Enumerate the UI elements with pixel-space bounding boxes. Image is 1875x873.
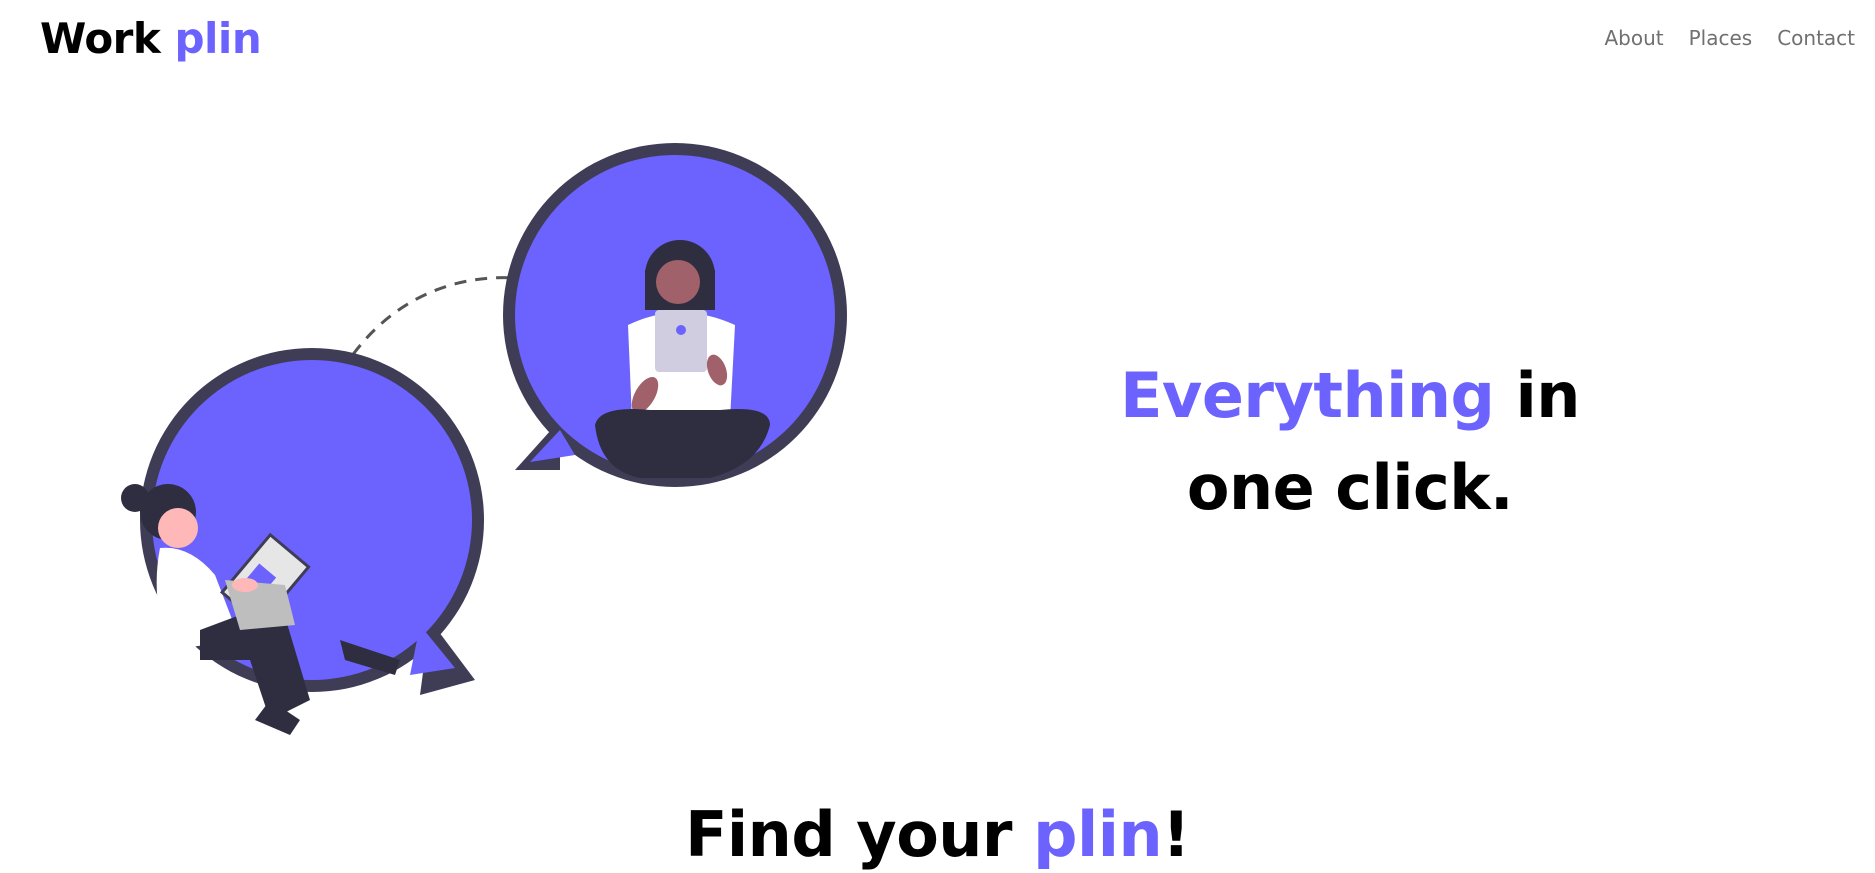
left-speech-bubble-icon <box>121 348 484 735</box>
brand-logo-work: Work <box>40 14 161 63</box>
nav-link-about[interactable]: About <box>1604 26 1663 50</box>
brand-logo-plin: plin <box>174 14 262 63</box>
headline-line1-rest: in <box>1515 359 1581 432</box>
nav-link-contact[interactable]: Contact <box>1777 26 1855 50</box>
right-speech-bubble-icon <box>503 143 847 487</box>
brand-logo[interactable]: Work plin <box>40 14 262 63</box>
main-nav: About Places Contact <box>1604 26 1855 50</box>
find-heading-prefix: Find your <box>685 798 1034 871</box>
headline-line2: one click. <box>1186 451 1514 524</box>
find-heading-accent: plin <box>1033 798 1163 871</box>
find-heading-suffix: ! <box>1162 798 1190 871</box>
headline-accent-word: Everything <box>1120 359 1495 432</box>
nav-link-places[interactable]: Places <box>1689 26 1753 50</box>
hero-headline: Everything in one click. <box>1090 350 1610 534</box>
find-plin-heading: Find your plin! <box>0 798 1875 871</box>
hero-illustration <box>100 130 870 750</box>
